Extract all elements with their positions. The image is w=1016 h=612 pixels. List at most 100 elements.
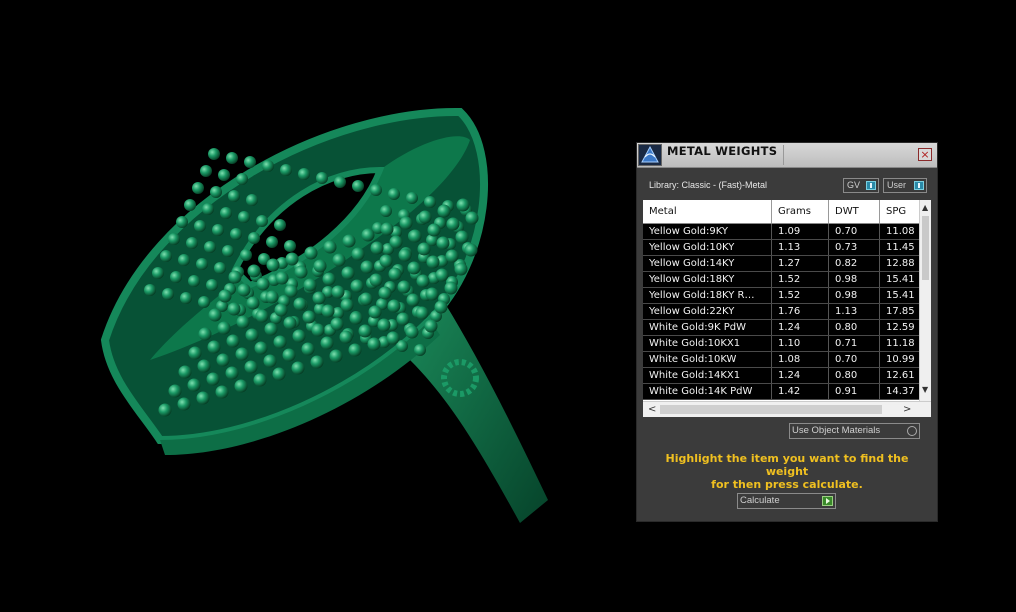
cell-metal: Yellow Gold:18KY (643, 272, 772, 287)
ring-bead (237, 283, 251, 297)
scroll-thumb[interactable] (922, 216, 929, 280)
scroll-left-icon[interactable]: < (648, 405, 656, 415)
ring-bead (414, 344, 426, 356)
ring-bead (226, 152, 238, 164)
table-row[interactable]: White Gold:10KX1 1.10 0.71 11.18 (643, 336, 919, 352)
ring-bead (444, 281, 458, 295)
ring-bead (434, 300, 448, 314)
ring-bead (361, 228, 375, 242)
scroll-down-icon[interactable]: ▼ (922, 386, 928, 394)
ring-bead (350, 279, 364, 293)
cell-metal: White Gold:10KW (643, 352, 772, 367)
ring-bead (162, 288, 174, 300)
panel-titlebar[interactable]: METAL WEIGHTS × (637, 143, 937, 168)
ring-bead (292, 329, 306, 343)
ring-bead (418, 210, 432, 224)
table-row[interactable]: White Gold:9K PdW 1.24 0.80 12.59 (643, 320, 919, 336)
cell-dwt: 0.91 (829, 384, 880, 399)
cell-metal: White Gold:9K PdW (643, 320, 772, 335)
calculate-button[interactable]: Calculate (737, 493, 836, 509)
ring-bead (262, 160, 274, 172)
cell-spg: 12.61 (886, 370, 915, 381)
table-row[interactable]: White Gold:14K PdW 1.42 0.91 14.37 (643, 384, 919, 400)
ring-bead (230, 228, 242, 240)
ring-bead (369, 273, 383, 287)
ring-bead (406, 293, 420, 307)
table-row[interactable]: White Gold:14KX1 1.24 0.80 12.61 (643, 368, 919, 384)
column-header-spg[interactable]: SPG (880, 200, 919, 223)
ring-bead (226, 334, 240, 348)
scroll-up-icon[interactable]: ▲ (922, 204, 928, 212)
ring-bead (256, 277, 270, 291)
ring-bead (424, 319, 438, 333)
ring-bead (218, 289, 232, 303)
scroll-right-icon[interactable]: > (903, 405, 911, 415)
close-icon[interactable]: × (918, 148, 932, 161)
ring-bead (247, 264, 261, 278)
horizontal-scrollbar[interactable]: < > (643, 401, 931, 417)
ring-bead (240, 249, 252, 261)
ring-bead (379, 254, 393, 268)
ring-bead (293, 297, 307, 311)
ring-bead (264, 322, 278, 336)
ring-bead (266, 236, 278, 248)
ring-bead (178, 254, 190, 266)
user-toggle[interactable]: User (883, 178, 927, 193)
table-row[interactable]: Yellow Gold:9KY 1.09 0.70 11.08 (643, 224, 919, 240)
table-row[interactable]: Yellow Gold:10KY 1.13 0.73 11.45 (643, 240, 919, 256)
table-row[interactable]: Yellow Gold:18KY 1.52 0.98 15.41 (643, 272, 919, 288)
ring-bead (370, 184, 382, 196)
ring-bead (274, 303, 288, 317)
ring-bead (321, 304, 335, 318)
cell-grams: 1.24 (772, 320, 829, 335)
cell-grams: 1.13 (772, 240, 829, 255)
ring-bead (192, 182, 204, 194)
ring-bead (245, 328, 259, 342)
cell-spg: 17.85 (886, 306, 915, 317)
ring-bead (313, 259, 327, 273)
ring-bead (398, 248, 412, 262)
cell-grams: 1.09 (772, 224, 829, 239)
table-row[interactable]: White Gold:10KW 1.08 0.70 10.99 (643, 352, 919, 368)
3d-viewport[interactable] (0, 0, 620, 608)
ring-bead (152, 267, 164, 279)
ring-bead (227, 302, 241, 316)
cell-dwt: 0.73 (829, 240, 880, 255)
scroll-thumb[interactable] (660, 405, 882, 414)
ring-bead (188, 346, 202, 360)
ring-bead (367, 337, 381, 351)
ring-bead (254, 341, 268, 355)
cell-dwt: 0.98 (829, 288, 880, 303)
ring-bead (234, 379, 248, 393)
ring-bead (389, 235, 403, 249)
ring-bead (198, 327, 212, 341)
vertical-scrollbar[interactable]: ▲ ▼ (919, 200, 931, 401)
ring-bead (200, 165, 212, 177)
cell-spg: 11.45 (886, 242, 915, 253)
column-header-grams[interactable]: Grams (772, 200, 829, 223)
cell-metal: White Gold:14K PdW (643, 384, 772, 399)
ring-bead (388, 267, 402, 281)
ring-bead (408, 229, 422, 243)
ring-bead (455, 230, 469, 244)
ring-bead (407, 261, 421, 275)
ring-bead (456, 198, 470, 212)
column-header-metal[interactable]: Metal (643, 200, 772, 223)
instruction-line-1: Highlight the item you want to find the … (665, 452, 909, 478)
gv-toggle[interactable]: GV (843, 178, 879, 193)
metal-table[interactable]: Metal Grams DWT SPG Yellow Gold:9KY 1.09 0… (643, 200, 931, 417)
table-row[interactable]: Yellow Gold:14KY 1.27 0.82 12.88 (643, 256, 919, 272)
cell-metal: Yellow Gold:22KY (643, 304, 772, 319)
ring-bead (208, 148, 220, 160)
ring-bead (425, 287, 439, 301)
ring-bead (236, 173, 248, 185)
play-arrow-icon (822, 496, 833, 506)
column-header-dwt[interactable]: DWT (829, 200, 880, 223)
use-object-materials-toggle[interactable]: Use Object Materials (789, 423, 920, 439)
ring-bead (144, 284, 156, 296)
ring-bead (436, 236, 450, 250)
table-row[interactable]: Yellow Gold:18KY R… 1.52 0.98 15.41 (643, 288, 919, 304)
ring-bead (186, 237, 198, 249)
table-row[interactable]: Yellow Gold:22KY 1.76 1.13 17.85 (643, 304, 919, 320)
ring-bead (368, 305, 382, 319)
